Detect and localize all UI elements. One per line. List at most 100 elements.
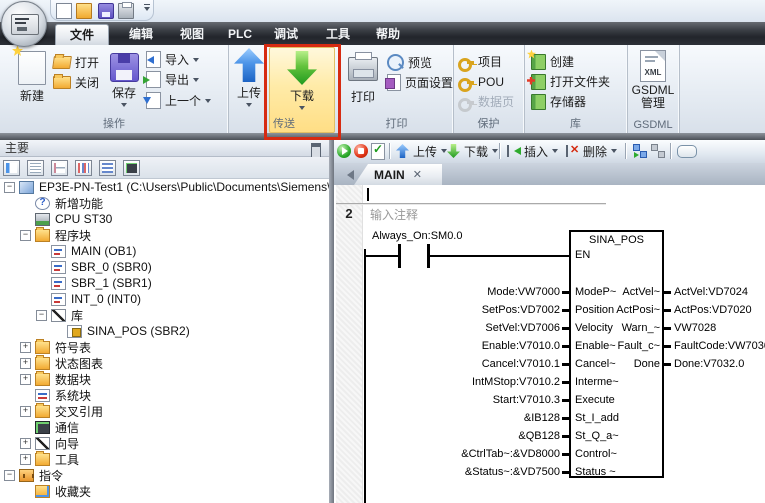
new-document-icon[interactable] bbox=[56, 3, 72, 19]
tree-item[interactable]: SINA_POS (SBR2) bbox=[0, 323, 329, 339]
tab-edit[interactable]: 编辑 bbox=[116, 24, 166, 45]
new-button[interactable]: 新建 bbox=[10, 51, 54, 104]
tree-item[interactable]: +符号表 bbox=[0, 339, 329, 355]
customize-quick-access-icon[interactable] bbox=[144, 7, 150, 14]
open-button[interactable]: 打开 bbox=[53, 54, 99, 71]
tree-item[interactable]: 通信 bbox=[0, 419, 329, 435]
tree-item[interactable]: +向导 bbox=[0, 435, 329, 451]
tree-expand-toggle[interactable]: − bbox=[36, 310, 47, 321]
input-operand[interactable]: &Status~:&VD7500 bbox=[334, 466, 560, 478]
program-editor-icon[interactable] bbox=[3, 160, 20, 176]
library-open-folder-button[interactable]: 打开文件夹 bbox=[531, 73, 610, 90]
tree-item[interactable]: −指令 bbox=[0, 467, 329, 483]
upload-toolbar-button[interactable]: 上传 bbox=[396, 141, 447, 161]
input-operand[interactable]: &CtrlTab~:&VD8000 bbox=[334, 448, 560, 460]
tree-item[interactable]: MAIN (OB1) bbox=[0, 243, 329, 259]
output-operand[interactable]: FaultCode:VW7030 bbox=[674, 340, 765, 352]
box-select-button[interactable] bbox=[677, 141, 697, 161]
tab-main[interactable]: MAIN ✕ bbox=[354, 164, 442, 185]
tree-expand-toggle[interactable]: + bbox=[20, 374, 31, 385]
library-memory-button[interactable]: 存储器 bbox=[531, 93, 586, 110]
protect-project-button[interactable]: 项目 bbox=[458, 53, 502, 70]
output-operand[interactable]: Done:V7032.0 bbox=[674, 358, 744, 370]
protect-pou-button[interactable]: POU bbox=[458, 73, 504, 90]
gsdml-manage-button[interactable]: XML GSDML管理 bbox=[630, 50, 676, 110]
cross-reference-icon[interactable] bbox=[99, 160, 116, 176]
library-create-button[interactable]: 创建 bbox=[531, 53, 574, 70]
stop-button[interactable] bbox=[354, 141, 368, 161]
tab-help[interactable]: 帮助 bbox=[364, 24, 412, 45]
pin-icon[interactable] bbox=[311, 143, 321, 158]
save-button[interactable]: 保存 bbox=[106, 53, 142, 110]
tree-expand-toggle[interactable]: − bbox=[20, 230, 31, 241]
network-view-button[interactable] bbox=[633, 141, 647, 161]
tree-expand-toggle[interactable]: + bbox=[20, 438, 31, 449]
tree-expand-toggle[interactable]: − bbox=[4, 470, 15, 481]
download-toolbar-button[interactable]: 下载 bbox=[447, 141, 498, 161]
tree-item[interactable]: CPU ST30 bbox=[0, 211, 329, 227]
upload-button[interactable]: 上传 bbox=[232, 48, 266, 110]
app-button[interactable] bbox=[1, 1, 47, 47]
save-icon[interactable] bbox=[98, 3, 114, 19]
input-operand[interactable]: IntMStop:V7010.2 bbox=[334, 376, 560, 388]
preview-button[interactable]: 预览 bbox=[387, 54, 432, 71]
run-button[interactable] bbox=[337, 141, 351, 161]
print-button[interactable]: 打印 bbox=[344, 51, 382, 105]
import-button[interactable]: 导入 bbox=[146, 51, 199, 68]
tree-item[interactable]: 收藏夹 bbox=[0, 483, 329, 499]
tree-item[interactable]: SBR_0 (SBR0) bbox=[0, 259, 329, 275]
insert-button[interactable]: 插入 bbox=[507, 141, 558, 161]
output-operand[interactable]: ActPos:VD7020 bbox=[674, 304, 752, 316]
tab-file[interactable]: 文件 bbox=[55, 24, 109, 46]
tree-item[interactable]: +数据块 bbox=[0, 371, 329, 387]
data-block-icon[interactable] bbox=[75, 160, 92, 176]
tree-expand-toggle[interactable]: + bbox=[20, 342, 31, 353]
input-operand[interactable]: Mode:VW7000 bbox=[334, 286, 560, 298]
tree-expand-toggle[interactable]: − bbox=[4, 182, 15, 193]
close-button[interactable]: 关闭 bbox=[53, 74, 99, 91]
tab-scroll-left-icon[interactable] bbox=[342, 170, 354, 180]
output-operand[interactable]: ActVel:VD7024 bbox=[674, 286, 748, 298]
compile-button[interactable] bbox=[371, 141, 385, 161]
contact-bar[interactable] bbox=[427, 244, 430, 268]
status-chart-icon[interactable] bbox=[51, 160, 68, 176]
tab-view[interactable]: 视图 bbox=[168, 24, 216, 45]
tree-item[interactable]: −库 bbox=[0, 307, 329, 323]
tree-item[interactable]: +状态图表 bbox=[0, 355, 329, 371]
page-setup-button[interactable]: 页面设置 bbox=[387, 74, 453, 91]
tree-item[interactable]: +工具 bbox=[0, 451, 329, 467]
input-operand[interactable]: SetPos:VD7002 bbox=[334, 304, 560, 316]
ladder-canvas[interactable]: 2 输入注释 Always_On:SM0.0 SINA_POS EN Mode:… bbox=[334, 185, 765, 503]
open-folder-icon[interactable] bbox=[76, 3, 92, 19]
tree-expand-toggle[interactable]: + bbox=[20, 358, 31, 369]
tree-item[interactable]: SBR_1 (SBR1) bbox=[0, 275, 329, 291]
tree-item[interactable]: −程序块 bbox=[0, 227, 329, 243]
contact-bar[interactable] bbox=[398, 244, 401, 268]
tree-item[interactable]: INT_0 (INT0) bbox=[0, 291, 329, 307]
input-operand[interactable]: Enable:V7010.0 bbox=[334, 340, 560, 352]
contact-operand[interactable]: Always_On:SM0.0 bbox=[372, 230, 462, 242]
input-operand[interactable]: Start:V7010.3 bbox=[334, 394, 560, 406]
input-operand[interactable]: &IB128 bbox=[334, 412, 560, 424]
network-view-alt-button[interactable] bbox=[651, 141, 665, 161]
input-operand[interactable]: &QB128 bbox=[334, 430, 560, 442]
output-operand[interactable]: VW7028 bbox=[674, 322, 716, 334]
close-tab-icon[interactable]: ✕ bbox=[413, 168, 422, 181]
tree-item[interactable]: 系统块 bbox=[0, 387, 329, 403]
network-comment[interactable]: 输入注释 bbox=[370, 206, 418, 223]
tab-plc[interactable]: PLC bbox=[218, 24, 262, 45]
communication-icon[interactable] bbox=[123, 160, 140, 176]
tab-tools[interactable]: 工具 bbox=[314, 24, 362, 45]
input-operand[interactable]: Cancel:V7010.1 bbox=[334, 358, 560, 370]
input-operand[interactable]: SetVel:VD7006 bbox=[334, 322, 560, 334]
delete-button[interactable]: 删除 bbox=[566, 141, 617, 161]
previous-button[interactable]: 上一个 bbox=[146, 92, 211, 109]
export-button[interactable]: 导出 bbox=[146, 71, 199, 88]
tree-item[interactable]: −EP3E-PN-Test1 (C:\Users\Public\Document… bbox=[0, 179, 329, 195]
tree-expand-toggle[interactable]: + bbox=[20, 406, 31, 417]
print-icon[interactable] bbox=[118, 3, 134, 19]
tab-debug[interactable]: 调试 bbox=[262, 24, 310, 45]
tree-expand-toggle[interactable]: + bbox=[20, 454, 31, 465]
symbol-table-icon[interactable] bbox=[27, 160, 44, 176]
tree-item[interactable]: 新增功能 bbox=[0, 195, 329, 211]
